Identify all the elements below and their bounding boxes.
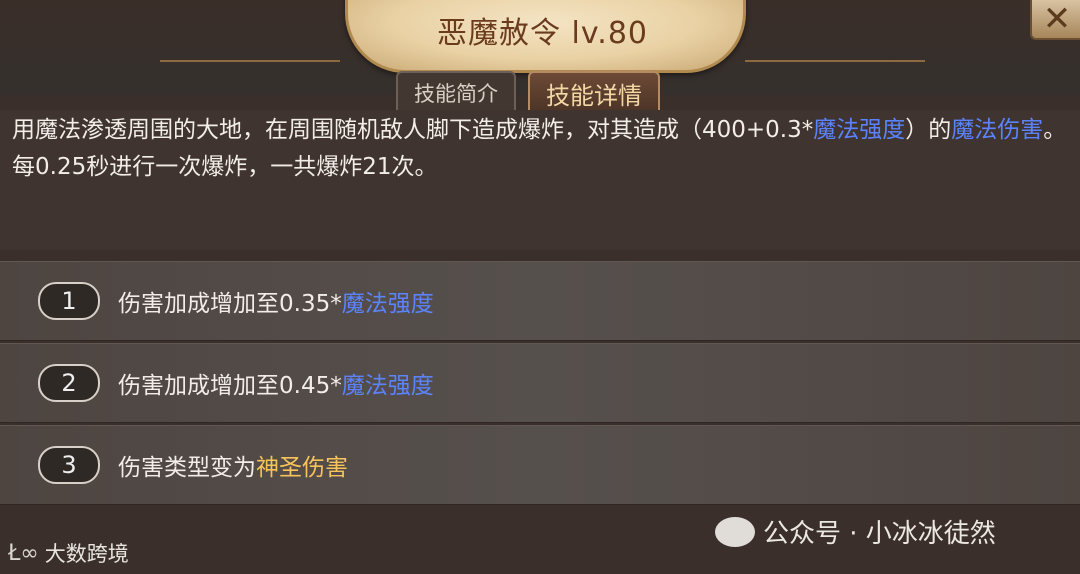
skill-tabs: 技能简介 技能详情 (396, 71, 660, 113)
magic-damage-term: 魔法伤害 (951, 117, 1044, 143)
upgrade-highlight: 魔法强度 (341, 291, 434, 317)
close-icon: ✕ (1042, 0, 1072, 39)
skill-title: 恶魔赦令 lv.80 (436, 16, 648, 51)
close-button[interactable]: ✕ (1030, 0, 1080, 40)
watermark-left-text: 大数跨境 (44, 542, 129, 566)
upgrade-highlight: 魔法强度 (341, 373, 434, 399)
brand-logo-icon: Ł∞ (8, 540, 39, 566)
watermark-wechat: 公众号 · 小冰冰徒然 (715, 513, 996, 550)
tab-skill-details[interactable]: 技能详情 (528, 71, 660, 113)
description-text-1: 用魔法渗透周围的大地，在周围随机敌人脚下造成爆炸，对其造成（400+0.3* (12, 117, 814, 143)
watermark-right-text: 公众号 · 小冰冰徒然 (763, 519, 996, 549)
skill-header: 恶魔赦令 lv.80 ✕ 技能简介 技能详情 (0, 0, 1080, 113)
upgrade-row-1: 1 伤害加成增加至0.35*魔法强度 (0, 261, 1080, 341)
header-ornament-right (745, 0, 925, 62)
magic-power-term: 魔法强度 (813, 117, 906, 143)
upgrade-text-main: 伤害加成增加至0.35* (118, 291, 342, 317)
upgrade-text: 伤害类型变为神圣伤害 (118, 448, 348, 482)
upgrade-highlight: 神圣伤害 (256, 455, 348, 481)
wechat-icon (715, 516, 755, 547)
upgrade-number-badge: 3 (38, 446, 100, 484)
tab-skill-intro[interactable]: 技能简介 (396, 71, 516, 113)
description-text-2: ）的 (905, 117, 952, 143)
skill-description: 用魔法渗透周围的大地，在周围随机敌人脚下造成爆炸，对其造成（400+0.3*魔法… (12, 112, 1072, 186)
upgrade-row-2: 2 伤害加成增加至0.45*魔法强度 (0, 343, 1080, 423)
upgrade-text: 伤害加成增加至0.45*魔法强度 (118, 366, 434, 400)
upgrade-number-badge: 1 (38, 282, 100, 320)
upgrade-row-3: 3 伤害类型变为神圣伤害 (0, 425, 1080, 505)
watermark-brand: Ł∞ 大数跨境 (8, 538, 129, 568)
upgrade-text-main: 伤害加成增加至0.45* (118, 373, 342, 399)
upgrade-text-main: 伤害类型变为 (118, 455, 256, 481)
header-ornament-left (160, 0, 340, 62)
upgrade-number-badge: 2 (38, 364, 100, 402)
upgrade-text: 伤害加成增加至0.35*魔法强度 (118, 284, 434, 318)
